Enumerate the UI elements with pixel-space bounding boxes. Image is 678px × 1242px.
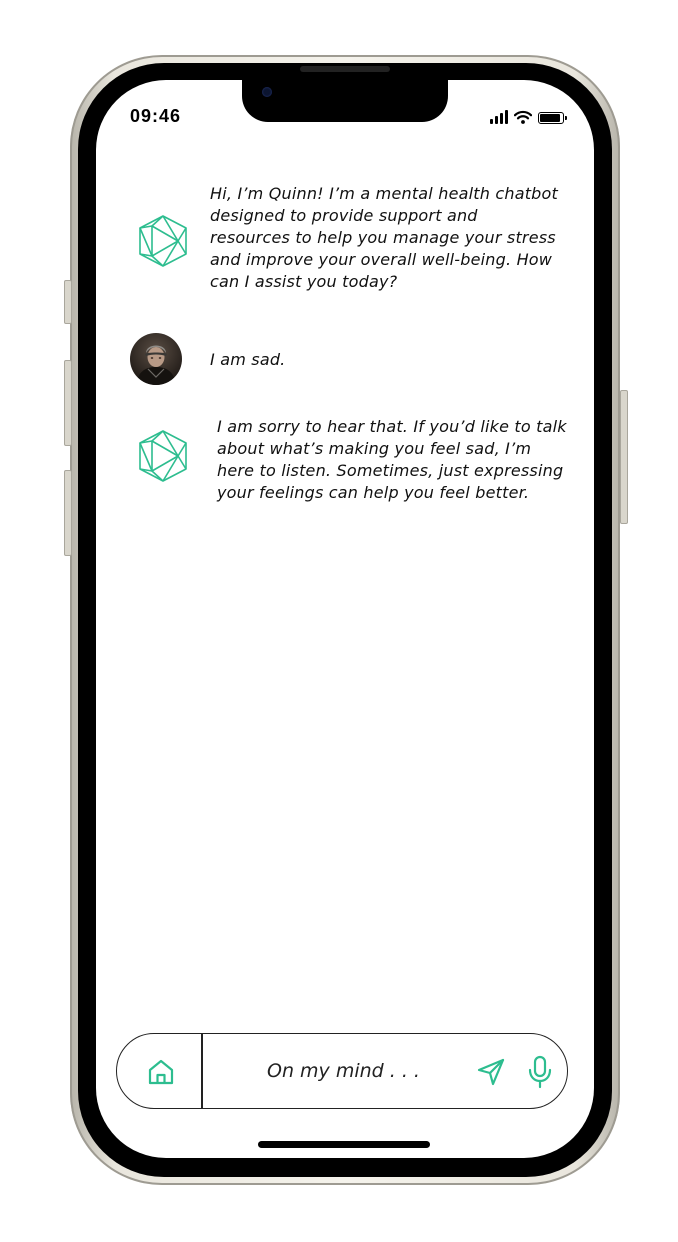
cellular-signal-icon (490, 110, 508, 124)
battery-icon (538, 112, 567, 124)
message-line: your feelings can help you feel better. (217, 483, 530, 502)
status-icons (490, 110, 567, 124)
front-camera (262, 87, 272, 97)
volume-down-button (64, 470, 72, 556)
composer-divider (201, 1033, 203, 1109)
icosahedron-bot-icon (139, 430, 187, 482)
notch (242, 80, 448, 122)
message-line: resources to help you manage your stress (210, 228, 556, 247)
user-message-1: I am sad. (210, 350, 286, 369)
message-line: I am sorry to hear that. If you’d like t… (217, 417, 567, 436)
app-screen: 09:46 Hi, I’m Quinn! I’m a mental health… (96, 80, 594, 1158)
send-icon[interactable] (475, 1056, 507, 1088)
wifi-icon (514, 110, 532, 124)
icosahedron-bot-icon (139, 215, 187, 267)
message-line: about what’s making you feel sad, I’m (217, 439, 532, 458)
battery-level (540, 114, 560, 122)
home-icon[interactable] (145, 1056, 177, 1088)
user-avatar (130, 333, 182, 385)
message-line: here to listen. Sometimes, just expressi… (217, 461, 564, 480)
message-input[interactable] (267, 1056, 447, 1086)
earpiece-speaker (300, 66, 390, 72)
power-button (620, 390, 628, 524)
message-line: can I assist you today? (210, 272, 398, 291)
bot-message-1: Hi, I’m Quinn! I’m a mental health chatb… (210, 183, 590, 293)
status-time: 09:46 (130, 106, 182, 126)
message-line: designed to provide support and (210, 206, 478, 225)
bot-message-2: I am sorry to hear that. If you’d like t… (217, 416, 592, 504)
message-line: Hi, I’m Quinn! I’m a mental health chatb… (210, 184, 559, 203)
microphone-icon[interactable] (525, 1055, 555, 1089)
volume-up-button (64, 360, 72, 446)
message-line: and improve your overall well-being. How (210, 250, 553, 269)
mute-switch (64, 280, 72, 324)
device-mockup: 09:46 Hi, I’m Quinn! I’m a mental health… (0, 0, 678, 1242)
message-composer (116, 1033, 568, 1109)
home-indicator[interactable] (258, 1141, 430, 1148)
